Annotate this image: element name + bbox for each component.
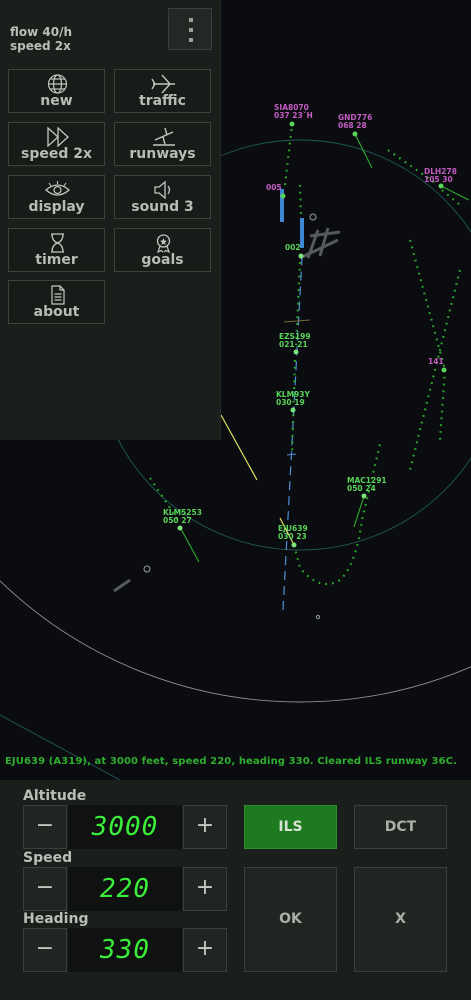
ils-button[interactable]: ILS (244, 805, 337, 849)
flow-status: flow 40/h (10, 25, 73, 39)
traffic-button[interactable]: traffic (114, 69, 211, 113)
award-icon (156, 234, 171, 253)
speed-decrease-button[interactable]: − (23, 867, 67, 911)
about-label: about (33, 304, 80, 320)
aircraft-data-tag: 050 24 (347, 484, 376, 493)
aircraft-callsign[interactable]: 141 (428, 357, 444, 366)
status-readout: flow 40/h speed 2x (10, 25, 72, 53)
goals-label: goals (141, 252, 184, 268)
heading-label: Heading (23, 911, 89, 927)
altitude-increase-button[interactable]: + (183, 805, 227, 849)
speed-increase-button[interactable]: + (183, 867, 227, 911)
new-label: new (40, 93, 73, 109)
aircraft-blip[interactable] (361, 493, 367, 499)
speed-label: Speed (23, 850, 73, 866)
altitude-display: 3000 (68, 805, 182, 849)
sound-label: sound 3 (131, 199, 194, 215)
speaker-icon (154, 180, 171, 200)
side-menu: flow 40/h speed 2x new traffic speed 2x … (0, 0, 221, 440)
aircraft-data-tag: 105 30 (424, 175, 453, 184)
control-panel: Altitude − 3000 + Speed − 220 + Heading … (0, 780, 471, 1000)
cancel-button[interactable]: X (354, 867, 447, 972)
more-options-button[interactable] (168, 8, 212, 50)
aircraft-blip[interactable] (441, 367, 447, 373)
hourglass-icon (51, 233, 64, 253)
heading-decrease-button[interactable]: − (23, 928, 67, 972)
aircraft-callsign[interactable]: 002 (285, 243, 301, 252)
timer-label: timer (35, 252, 78, 268)
aircraft-blip[interactable] (438, 183, 444, 189)
display-label: display (28, 199, 85, 215)
eye-icon (45, 181, 70, 196)
aircraft-blip[interactable] (293, 349, 299, 355)
timer-button[interactable]: timer (8, 228, 105, 272)
aircraft-blip[interactable] (290, 407, 296, 413)
aircraft-blip[interactable] (352, 131, 358, 137)
speed-display: 220 (68, 867, 182, 911)
new-button[interactable]: new (8, 69, 105, 113)
goals-button[interactable]: goals (114, 228, 211, 272)
heading-display: 330 (68, 928, 182, 972)
speed-label: speed 2x (20, 146, 92, 162)
runways-label: runways (129, 146, 196, 162)
aircraft-data-tag: 068 28 (338, 121, 367, 130)
kebab-dot-icon (189, 28, 193, 32)
airplane-icon (151, 74, 175, 94)
kebab-dot-icon (189, 38, 193, 42)
aircraft-data-tag: 037 23ˇH (274, 111, 313, 120)
display-button[interactable]: display (8, 175, 105, 219)
aircraft-callsign[interactable]: 005 (266, 183, 282, 192)
aircraft-data-tag: 030 23 (278, 532, 307, 541)
runway-plane-icon (153, 127, 175, 146)
speed-button[interactable]: speed 2x (8, 122, 105, 166)
altitude-decrease-button[interactable]: − (23, 805, 67, 849)
kebab-dot-icon (189, 18, 193, 22)
altitude-label: Altitude (23, 788, 87, 804)
aircraft-blip[interactable] (177, 525, 183, 531)
traffic-label: traffic (139, 93, 186, 109)
speed-status: speed 2x (10, 39, 71, 53)
aircraft-data-tag: 021 21 (279, 340, 308, 349)
runways-button[interactable]: runways (114, 122, 211, 166)
heading-increase-button[interactable]: + (183, 928, 227, 972)
aircraft-blip[interactable] (291, 542, 297, 548)
aircraft-blip[interactable] (289, 121, 295, 127)
dct-button[interactable]: DCT (354, 805, 447, 849)
document-icon (51, 285, 65, 305)
sound-button[interactable]: sound 3 (114, 175, 211, 219)
aircraft-blip[interactable] (280, 193, 286, 199)
ok-button[interactable]: OK (244, 867, 337, 972)
aircraft-data-tag: 030 19 (276, 398, 305, 407)
clearance-message: EJU639 (A319), at 3000 feet, speed 220, … (5, 756, 457, 767)
aircraft-blip[interactable] (298, 253, 304, 259)
about-button[interactable]: about (8, 280, 105, 324)
aircraft-data-tag: 050 27 (163, 516, 192, 525)
globe-icon (47, 74, 68, 94)
fast-forward-icon (47, 127, 69, 147)
